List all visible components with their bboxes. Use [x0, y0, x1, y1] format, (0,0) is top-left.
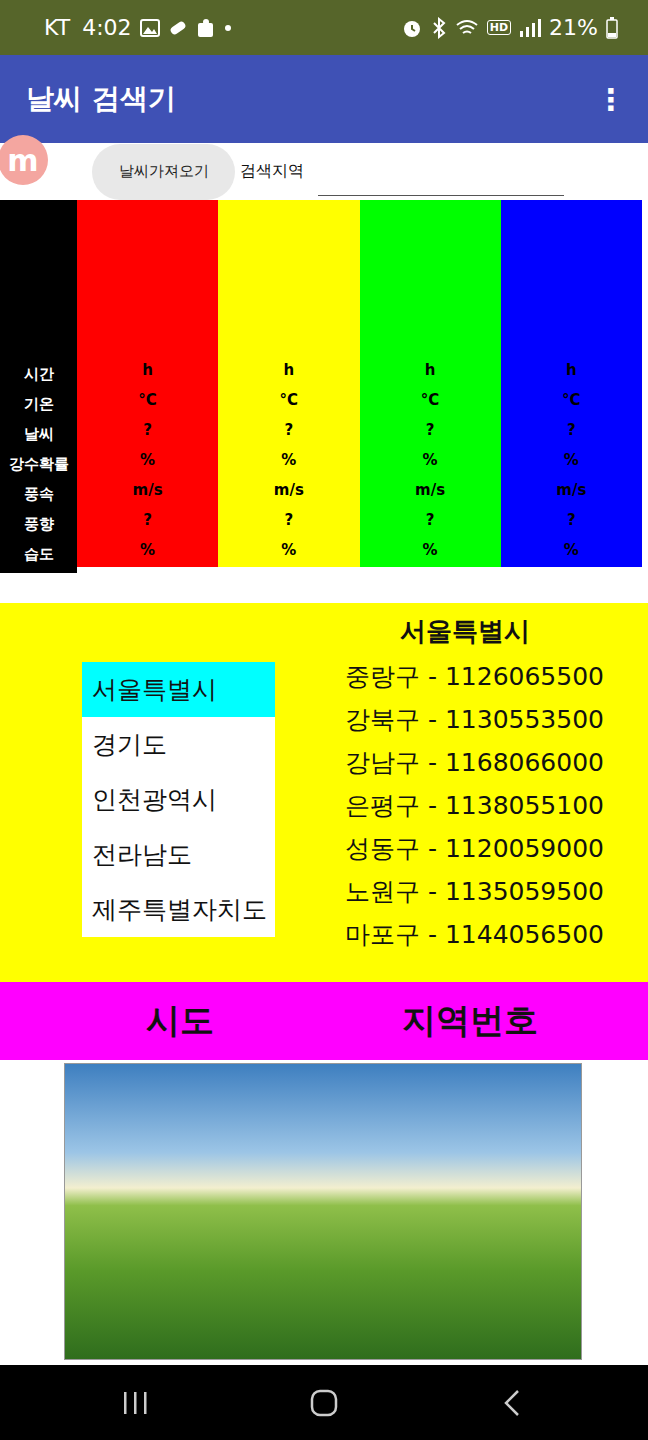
battery-icon: [606, 17, 618, 39]
navigation-bar: [0, 1365, 648, 1440]
forecast-value: m/s: [77, 475, 218, 505]
row-label: 시간: [0, 359, 77, 389]
forecast-value: m/s: [360, 475, 501, 505]
district-item: 노원구 - 1135059500: [345, 870, 648, 913]
forecast-value: %: [360, 535, 501, 565]
district-item: 은평구 - 1138055100: [345, 784, 648, 827]
forecast-value: ?: [77, 415, 218, 445]
forecast-value: %: [77, 445, 218, 475]
region-panel: 서울특별시경기도인천광역시전라남도제주특별자치도 서울특별시 중랑구 - 112…: [0, 603, 648, 982]
row-labels: 시간기온날씨강수확률풍속풍향습도: [0, 200, 77, 573]
weather-table: 시간기온날씨강수확률풍속풍향습도 h°C?%m/s?%h°C?%m/s?%h°C…: [0, 200, 648, 573]
app-bar: 날씨 검색기 ⋮: [0, 55, 648, 143]
province-item[interactable]: 경기도: [82, 717, 275, 772]
row-label: 습도: [0, 539, 77, 569]
column-header: 시도: [0, 998, 360, 1044]
recent-apps-icon[interactable]: [120, 1390, 150, 1416]
weather-app: KT 4:02 HD 21% 날씨 검색기 ⋮ m 날씨가져오기 검색지역 시간…: [0, 0, 648, 1440]
search-input[interactable]: [318, 163, 564, 196]
forecast-value: °C: [218, 385, 359, 415]
gallery-icon: [140, 19, 160, 37]
wifi-icon: [455, 18, 479, 38]
search-label: 검색지역: [240, 161, 304, 182]
app-logo-icon: m: [0, 135, 48, 185]
landscape-image: [64, 1063, 582, 1360]
forecast-value: h: [501, 355, 642, 385]
forecast-value: ?: [501, 415, 642, 445]
forecast-value: %: [501, 445, 642, 475]
forecast-value: m/s: [218, 475, 359, 505]
row-label: 기온: [0, 389, 77, 419]
home-icon[interactable]: [309, 1388, 339, 1418]
forecast-column: h°C?%m/s?%: [218, 200, 359, 567]
forecast-value: %: [218, 535, 359, 565]
forecast-value: %: [501, 535, 642, 565]
forecast-value: ?: [360, 505, 501, 535]
district-item: 강북구 - 1130553500: [345, 698, 648, 741]
hd-badge: HD: [487, 20, 511, 35]
alarm-icon: [401, 17, 423, 39]
forecast-column: h°C?%m/s?%: [501, 200, 642, 567]
forecast-value: %: [77, 535, 218, 565]
forecast-value: %: [218, 445, 359, 475]
overflow-menu-button[interactable]: ⋮: [596, 82, 626, 117]
search-row: m 날씨가져오기 검색지역: [0, 143, 648, 200]
forecast-value: ?: [77, 505, 218, 535]
column-header: 지역번호: [360, 998, 580, 1044]
fetch-weather-button[interactable]: 날씨가져오기: [92, 144, 235, 200]
province-list: 서울특별시경기도인천광역시전라남도제주특별자치도: [82, 662, 275, 937]
status-bar: KT 4:02 HD 21%: [0, 0, 648, 55]
signal-icon: [519, 18, 541, 38]
forecast-value: m/s: [501, 475, 642, 505]
forecast-value: °C: [77, 385, 218, 415]
row-label: 강수확률: [0, 449, 77, 479]
forecast-value: h: [218, 355, 359, 385]
forecast-value: °C: [360, 385, 501, 415]
row-label: 풍속: [0, 479, 77, 509]
dot-icon: [224, 24, 232, 32]
district-item: 중랑구 - 1126065500: [345, 655, 648, 698]
forecast-value: h: [77, 355, 218, 385]
district-item: 강남구 - 1168066000: [345, 741, 648, 784]
province-item[interactable]: 인천광역시: [82, 772, 275, 827]
district-heading: 서울특별시: [400, 611, 648, 651]
clock: 4:02: [82, 15, 131, 40]
battery-level: 21%: [549, 15, 598, 40]
forecast-value: h: [360, 355, 501, 385]
forecast-value: ?: [360, 415, 501, 445]
back-icon[interactable]: [498, 1388, 528, 1418]
forecast-value: ?: [218, 505, 359, 535]
district-item: 마포구 - 1144056500: [345, 913, 648, 956]
row-label: 날씨: [0, 419, 77, 449]
forecast-column: h°C?%m/s?%: [77, 200, 218, 567]
forecast-value: ?: [501, 505, 642, 535]
forecast-value: °C: [501, 385, 642, 415]
district-item: 성동구 - 1120059000: [345, 827, 648, 870]
carrier: KT: [44, 15, 70, 40]
row-label: 풍향: [0, 509, 77, 539]
province-item[interactable]: 제주특별자치도: [82, 882, 275, 937]
pill-icon: [168, 19, 188, 37]
puzzle-icon: [196, 18, 216, 38]
province-item[interactable]: 서울특별시: [82, 662, 275, 717]
province-item[interactable]: 전라남도: [82, 827, 275, 882]
forecast-value: ?: [218, 415, 359, 445]
forecast-value: %: [360, 445, 501, 475]
forecast-column: h°C?%m/s?%: [360, 200, 501, 567]
bluetooth-icon: [431, 17, 447, 39]
region-headers: 시도지역번호: [0, 982, 648, 1060]
app-title: 날씨 검색기: [26, 80, 176, 118]
